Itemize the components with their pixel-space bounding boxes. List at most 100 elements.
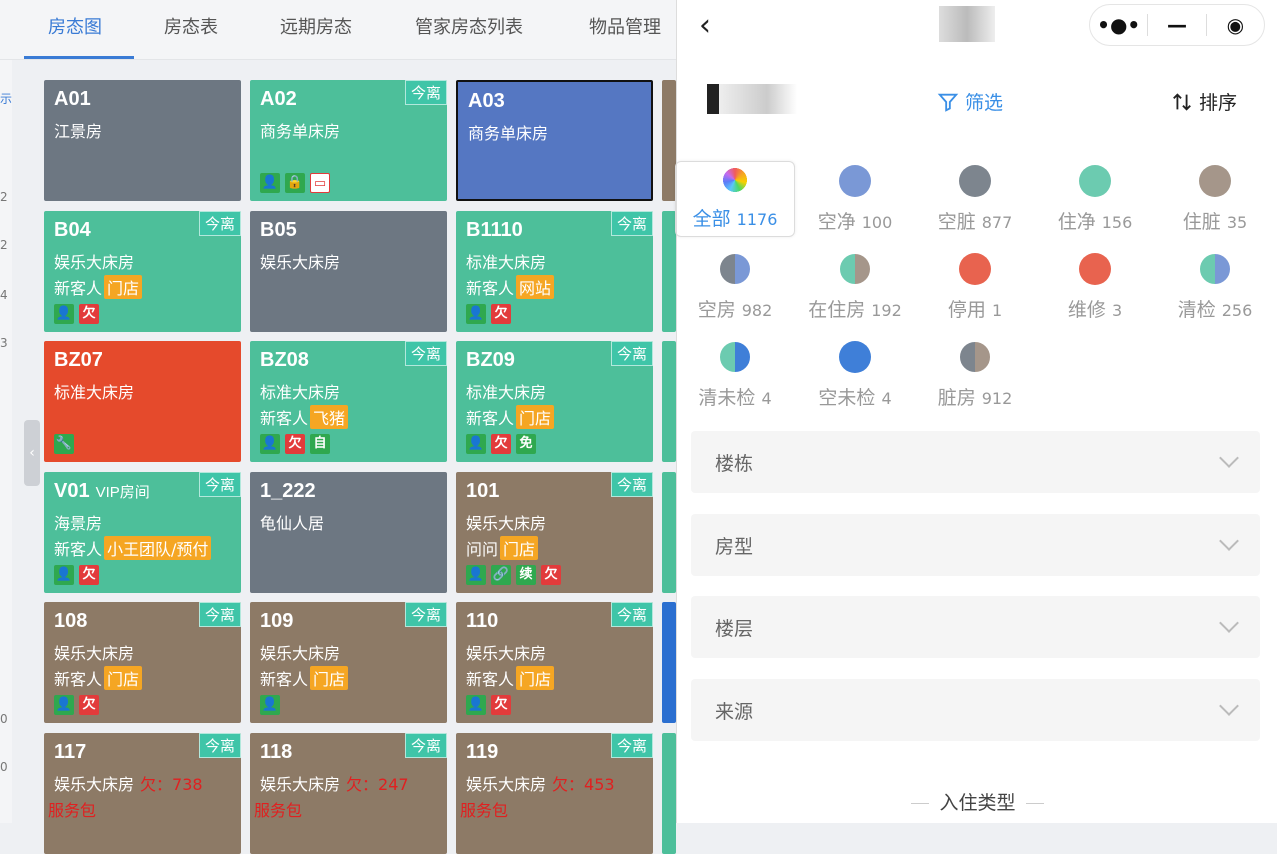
- filter-button[interactable]: 筛选: [937, 88, 1003, 115]
- left-strip-mark: 0: [0, 712, 8, 726]
- tab-future-status[interactable]: 远期房态: [280, 0, 352, 60]
- person-icon: 👤: [466, 434, 486, 454]
- guest-name: 新客人: [260, 670, 309, 689]
- status-tag-icon: 欠: [79, 564, 99, 585]
- room-card[interactable]: 118 娱乐大床房 欠：247 今离 服务包: [250, 732, 447, 854]
- source-badge: 门店: [516, 405, 555, 429]
- source-badge: 网站: [516, 274, 555, 299]
- filter-accordion[interactable]: 房型: [691, 513, 1260, 576]
- room-card-partial[interactable]: [662, 602, 676, 723]
- room-card[interactable]: A01 江景房: [44, 80, 241, 201]
- room-type: 娱乐大床房 欠：738: [54, 774, 203, 794]
- status-filter-item[interactable]: 空房 982: [675, 249, 795, 325]
- status-filter-item[interactable]: 脏房 912: [915, 337, 1035, 413]
- source-badge: 门店: [104, 666, 143, 690]
- room-number: 117: [54, 740, 87, 763]
- room-number: BZ08: [260, 349, 309, 371]
- back-icon[interactable]: ‹: [699, 8, 711, 43]
- card-icon: ▭: [310, 173, 330, 193]
- status-filter-item[interactable]: 清检 256: [1155, 249, 1275, 325]
- room-card-partial[interactable]: [662, 732, 676, 854]
- room-card-partial[interactable]: [662, 471, 676, 593]
- status-filter-item[interactable]: 住净 156: [1035, 161, 1155, 237]
- status-filter-item[interactable]: 停用 1: [915, 249, 1035, 325]
- title-blurred: [939, 6, 995, 42]
- room-type: 娱乐大床房: [466, 644, 547, 663]
- today-leave-badge: 今离: [198, 732, 241, 758]
- room-card[interactable]: A03 商务单床房: [456, 80, 653, 201]
- left-strip-mark: 示: [0, 92, 13, 106]
- room-icons: 👤 欠: [466, 303, 511, 324]
- person-icon: 👤: [466, 303, 486, 324]
- status-tag-icon: 自: [310, 434, 330, 454]
- room-icons: 👤 欠自: [260, 434, 330, 454]
- status-filter-item[interactable]: 空脏 877: [915, 161, 1035, 237]
- today-leave-badge: 今离: [610, 210, 653, 236]
- room-card[interactable]: 109 娱乐大床房 今离 新客人 门店 👤: [250, 602, 447, 723]
- filter-accordion[interactable]: 楼层: [691, 596, 1260, 658]
- status-filter-item[interactable]: 维修 3: [1035, 249, 1155, 325]
- tab-room-table[interactable]: 房态表: [164, 0, 218, 60]
- person-icon: 👤: [260, 695, 280, 715]
- room-card-partial[interactable]: [662, 80, 676, 201]
- room-card[interactable]: 1_222 龟仙人居: [250, 471, 447, 593]
- status-tag-icon: 欠: [491, 695, 511, 715]
- status-filter-item[interactable]: 清未检 4: [675, 337, 795, 413]
- status-filter-item[interactable]: 全部 1176: [675, 161, 795, 237]
- room-number: 119: [466, 740, 499, 763]
- room-card[interactable]: BZ09 标准大床房 今离 新客人 门店 👤 欠免: [456, 341, 653, 462]
- status-filter-item[interactable]: 空未检 4: [795, 337, 915, 413]
- room-card[interactable]: B05 娱乐大床房: [250, 210, 447, 332]
- guest-name: 新客人: [466, 670, 515, 689]
- status-label: 空脏 877: [937, 211, 1013, 233]
- room-type: 娱乐大床房: [466, 513, 547, 533]
- tab-room-map[interactable]: 房态图: [48, 0, 102, 60]
- room-type: 娱乐大床房 欠：453: [466, 774, 615, 794]
- room-card[interactable]: A02 商务单床房 今离 👤 🔒 ▭: [250, 80, 447, 201]
- active-tab-indicator: [24, 56, 134, 59]
- room-card[interactable]: B1110 标准大床房 今离 新客人 网站 👤 欠: [456, 210, 653, 332]
- chevron-down-icon: [1219, 695, 1239, 716]
- room-card[interactable]: 110 娱乐大床房 今离 新客人 门店 👤 欠: [456, 602, 653, 723]
- filter-accordion[interactable]: 楼栋: [691, 431, 1260, 493]
- status-filter-item[interactable]: 空净 100: [795, 161, 915, 237]
- tab-housekeeper-list[interactable]: 管家房态列表: [415, 0, 523, 60]
- filter-accordion[interactable]: 来源: [691, 678, 1260, 741]
- minimize-icon[interactable]: —: [1148, 13, 1205, 37]
- status-color-dot: [1199, 253, 1231, 285]
- tab-item-management[interactable]: 物品管理: [589, 0, 661, 60]
- status-filter-item[interactable]: 住脏 35: [1155, 161, 1275, 237]
- room-card[interactable]: BZ07 标准大床房 🔧: [44, 341, 241, 462]
- room-icons: 👤: [260, 695, 280, 715]
- room-card[interactable]: B04 娱乐大床房 今离 新客人 门店 👤 欠: [44, 210, 241, 332]
- guest-name: 问问: [466, 539, 499, 559]
- room-card[interactable]: BZ08 标准大床房 今离 新客人 飞猪 👤 欠自: [250, 341, 447, 462]
- room-card-partial[interactable]: [662, 341, 676, 462]
- status-label: 清检 256: [1177, 299, 1253, 321]
- status-color-dot: [959, 341, 991, 373]
- room-card-partial[interactable]: [662, 210, 676, 332]
- room-sub-label: VIP房间: [95, 483, 150, 501]
- room-tabs: 房态图 房态表 远期房态 管家房态列表 物品管理: [0, 0, 676, 60]
- room-type: 娱乐大床房: [54, 252, 135, 272]
- link-icon: 🔗: [491, 564, 511, 585]
- room-icons: 👤 🔒 ▭: [260, 173, 330, 193]
- hotel-selector-blurred[interactable]: [707, 84, 797, 114]
- room-card[interactable]: 117 娱乐大床房 欠：738 今离 服务包: [44, 732, 241, 854]
- collapse-handle[interactable]: ‹: [24, 420, 40, 486]
- room-type: 商务单床房: [468, 124, 549, 143]
- left-strip: 示 2 2 4 3 0 0: [0, 60, 12, 823]
- more-icon[interactable]: •●•: [1090, 13, 1147, 37]
- chevron-down-icon: [1219, 448, 1239, 468]
- status-color-dot: [721, 166, 749, 194]
- sort-button[interactable]: 排序: [1171, 88, 1237, 115]
- room-card[interactable]: 101 娱乐大床房 今离 问问 门店 👤 🔗 续欠: [456, 471, 653, 593]
- checkin-type-title: 入住类型: [677, 788, 1277, 815]
- miniprogram-capsule: •●• — ◉: [1089, 4, 1265, 46]
- status-filter-item[interactable]: 在住房 192: [795, 249, 915, 325]
- room-card[interactable]: 108 娱乐大床房 今离 新客人 门店 👤 欠: [44, 602, 241, 723]
- room-card[interactable]: 119 娱乐大床房 欠：453 今离 服务包: [456, 732, 653, 854]
- status-color-dot: [1199, 165, 1231, 197]
- room-card[interactable]: V01 VIP房间 海景房 今离 新客人 小王团队/预付 👤 欠: [44, 471, 241, 593]
- close-icon[interactable]: ◉: [1207, 13, 1264, 37]
